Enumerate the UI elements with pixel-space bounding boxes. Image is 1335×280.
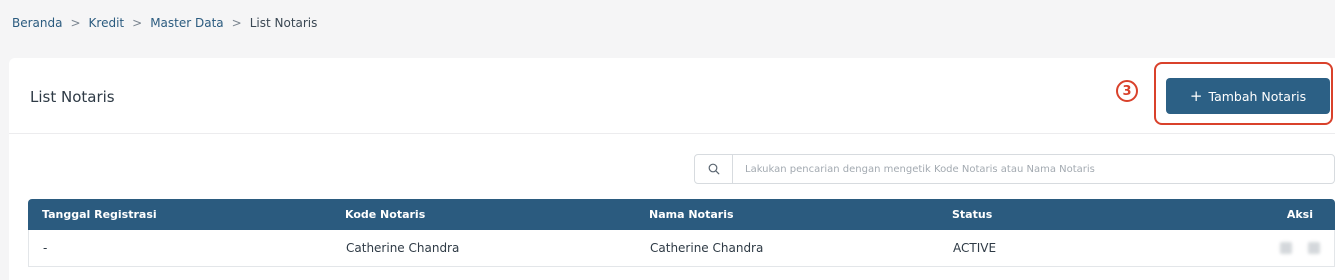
cell-kode-notaris: Catherine Chandra xyxy=(346,241,460,255)
breadcrumb: Beranda > Kredit > Master Data > List No… xyxy=(12,16,317,30)
search-input[interactable] xyxy=(733,155,1334,183)
breadcrumb-separator: > xyxy=(70,16,81,30)
notaris-card: List Notaris 3 + Tambah Notaris Tanggal … xyxy=(9,58,1335,280)
add-notaris-label: Tambah Notaris xyxy=(1208,88,1307,104)
table-header: Tanggal Registrasi Kode Notaris Nama Not… xyxy=(28,199,1335,230)
header-tanggal-registrasi[interactable]: Tanggal Registrasi xyxy=(28,208,331,221)
view-icon[interactable] xyxy=(1280,242,1292,254)
row-actions xyxy=(1242,242,1334,254)
cell-status: ACTIVE xyxy=(953,241,997,255)
add-notaris-button[interactable]: + Tambah Notaris xyxy=(1166,78,1330,114)
header-nama-notaris[interactable]: Nama Notaris xyxy=(635,208,938,221)
page-title: List Notaris xyxy=(30,88,115,106)
search-bar xyxy=(694,154,1335,184)
breadcrumb-item-master-data[interactable]: Master Data xyxy=(150,16,223,30)
header-status[interactable]: Status xyxy=(938,208,1241,221)
breadcrumb-item-kredit[interactable]: Kredit xyxy=(89,16,125,30)
breadcrumb-separator: > xyxy=(231,16,242,30)
step-number-badge: 3 xyxy=(1116,80,1138,102)
cell-tanggal-registrasi: - xyxy=(43,241,48,255)
breadcrumb-item-beranda[interactable]: Beranda xyxy=(12,16,62,30)
table-row: - Catherine Chandra Catherine Chandra AC… xyxy=(28,230,1335,267)
plus-icon: + xyxy=(1189,86,1203,105)
notaris-table: Tanggal Registrasi Kode Notaris Nama Not… xyxy=(28,199,1335,267)
header-kode-notaris[interactable]: Kode Notaris xyxy=(331,208,635,221)
search-icon[interactable] xyxy=(695,155,733,183)
header-aksi: Aksi xyxy=(1286,208,1313,221)
breadcrumb-current: List Notaris xyxy=(249,16,318,30)
breadcrumb-separator: > xyxy=(132,16,143,30)
cell-nama-notaris: Catherine Chandra xyxy=(650,241,764,255)
card-header: List Notaris 3 + Tambah Notaris xyxy=(9,58,1335,134)
edit-icon[interactable] xyxy=(1308,242,1320,254)
